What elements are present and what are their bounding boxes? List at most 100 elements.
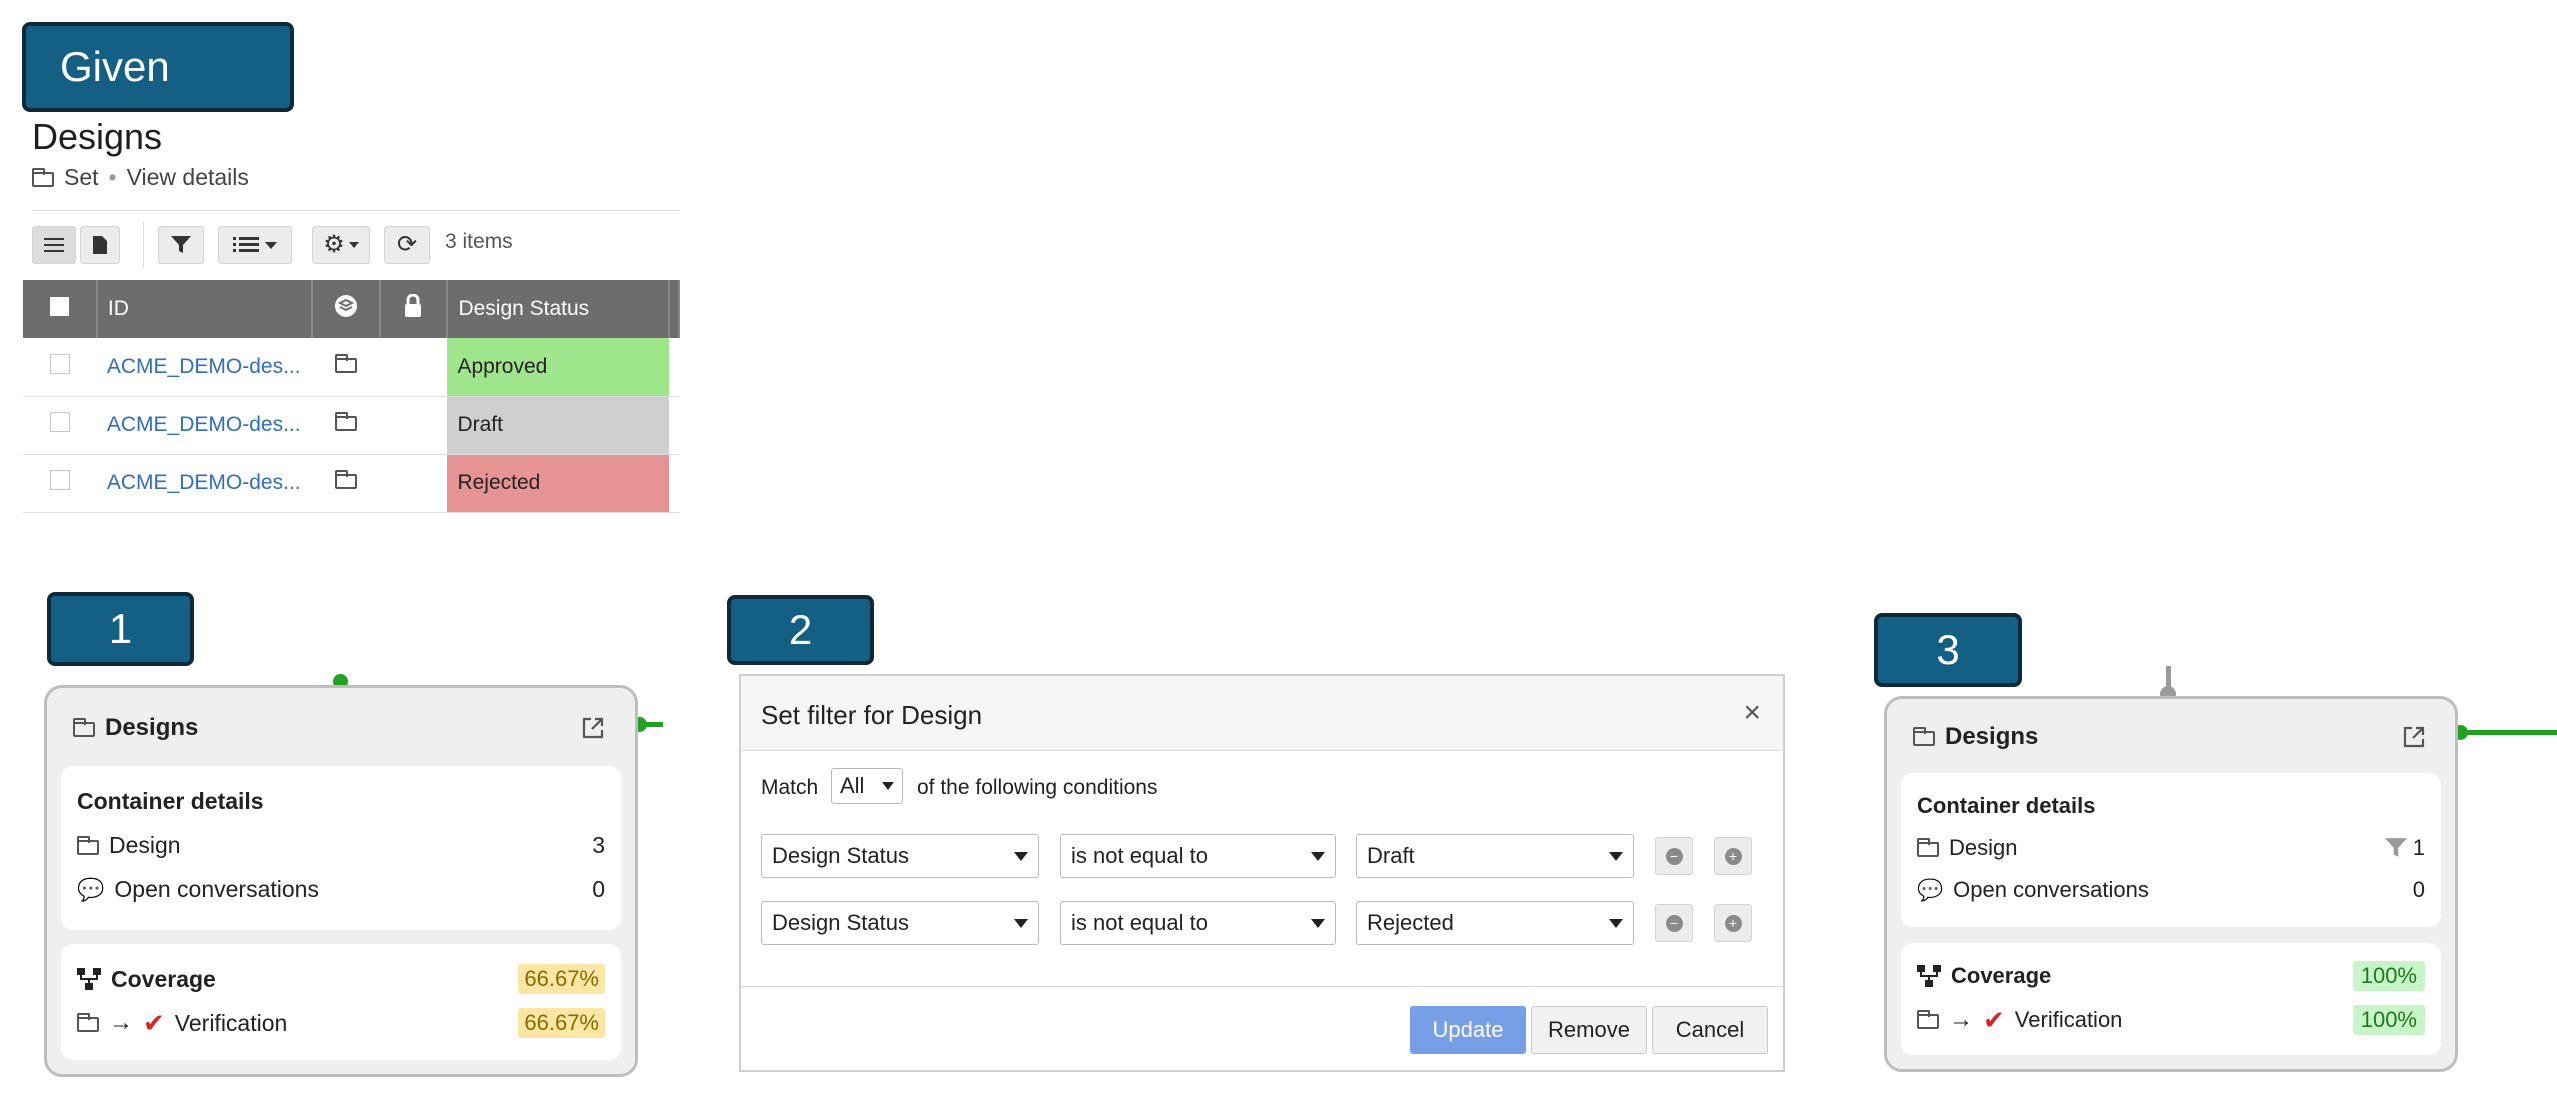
add-condition-1-button[interactable]: + bbox=[1714, 837, 1752, 875]
layers-icon bbox=[334, 295, 357, 317]
coverage-badge: 66.67% bbox=[518, 964, 605, 994]
design-count: 1 bbox=[2412, 835, 2425, 860]
verification-row[interactable]: → ✔ Verification 66.67% bbox=[77, 1008, 605, 1038]
match-suffix: of the following conditions bbox=[917, 776, 1158, 799]
sort-list-icon bbox=[233, 237, 259, 252]
select-all-header[interactable] bbox=[23, 280, 98, 338]
condition-2-field-select[interactable]: Design Status bbox=[761, 901, 1039, 945]
folder-icon bbox=[77, 1013, 99, 1032]
id-column-header[interactable]: ID bbox=[96, 280, 313, 338]
chevron-down-icon bbox=[1311, 851, 1325, 861]
chevron-down-icon bbox=[265, 241, 277, 249]
lock-column-header[interactable] bbox=[379, 280, 449, 338]
breadcrumb-set[interactable]: Set bbox=[64, 164, 99, 191]
row-checkbox[interactable] bbox=[49, 470, 70, 490]
coverage-section: Coverage 100% → ✔ Verification 100% bbox=[1901, 943, 2441, 1055]
external-link-icon[interactable] bbox=[581, 716, 605, 740]
folder-icon bbox=[1917, 1010, 1939, 1029]
row-id-link[interactable]: ACME_DEMO-des... bbox=[96, 338, 312, 397]
connector-line bbox=[2466, 730, 2557, 735]
status-cell: Rejected bbox=[447, 454, 669, 513]
match-select[interactable]: All bbox=[831, 768, 903, 804]
dialog-header: Set filter for Design × bbox=[741, 676, 1783, 751]
chevron-down-icon bbox=[1609, 918, 1623, 928]
list-view-button[interactable] bbox=[32, 226, 76, 264]
external-link-icon[interactable] bbox=[2402, 725, 2426, 749]
table-row[interactable]: ACME_DEMO-des... Approved bbox=[23, 338, 679, 397]
divider bbox=[32, 210, 680, 211]
step-2-label-text: 2 bbox=[788, 606, 813, 653]
design-count: 3 bbox=[592, 832, 605, 858]
filter-icon bbox=[171, 236, 191, 253]
document-view-button[interactable] bbox=[80, 226, 120, 264]
folder-icon bbox=[1917, 838, 1939, 857]
section-title: Container details bbox=[1917, 793, 2096, 818]
breadcrumb: Set • View details bbox=[32, 164, 249, 191]
gear-icon: ⚙ bbox=[323, 231, 345, 258]
update-button[interactable]: Update bbox=[1410, 1006, 1526, 1054]
condition-1-value-select[interactable]: Draft bbox=[1356, 834, 1634, 878]
folder-icon bbox=[1913, 727, 1935, 746]
open-conversations-row[interactable]: 💬 Open conversations 0 bbox=[77, 876, 605, 903]
table-row[interactable]: ACME_DEMO-des... Rejected bbox=[23, 454, 679, 513]
design-count-row[interactable]: Design 3 bbox=[77, 832, 605, 859]
designs-card-step3[interactable]: Designs Container details Design 1 💬 Ope… bbox=[1884, 696, 2458, 1072]
set-column-header[interactable] bbox=[311, 280, 381, 338]
remove-button[interactable]: Remove bbox=[1531, 1006, 1647, 1054]
status-cell: Draft bbox=[447, 396, 669, 455]
close-icon[interactable]: × bbox=[1743, 696, 1761, 730]
container-details-section: Container details Design 1 💬 Open conver… bbox=[1901, 773, 2441, 927]
dialog-title: Set filter for Design bbox=[761, 700, 983, 730]
condition-2-operator-select[interactable]: is not equal to bbox=[1060, 901, 1336, 945]
checkmark-icon: ✔ bbox=[1983, 1005, 2005, 1035]
designs-card-step1[interactable]: Designs Container details Design 3 💬 Ope… bbox=[44, 685, 638, 1077]
match-label: Match bbox=[761, 776, 819, 799]
toolbar-divider bbox=[143, 222, 144, 268]
status-cell: Approved bbox=[447, 338, 669, 397]
condition-1-field-select[interactable]: Design Status bbox=[761, 834, 1039, 878]
table-row[interactable]: ACME_DEMO-des... Draft bbox=[23, 396, 679, 455]
filter-dialog: Set filter for Design × Match All of the… bbox=[739, 674, 1785, 1072]
lock-icon bbox=[405, 293, 422, 317]
row-checkbox[interactable] bbox=[49, 412, 70, 432]
table-header-row: ID Design Status bbox=[23, 280, 681, 338]
sort-button[interactable] bbox=[218, 226, 292, 264]
section-title: Container details bbox=[77, 788, 264, 814]
plus-circle-icon: + bbox=[1724, 847, 1742, 865]
folder-icon bbox=[334, 470, 357, 489]
row-id-link[interactable]: ACME_DEMO-des... bbox=[96, 396, 312, 455]
arrow-right-icon: → bbox=[1949, 1006, 1973, 1033]
remove-condition-1-button[interactable]: − bbox=[1655, 837, 1693, 875]
open-conversations-row[interactable]: 💬 Open conversations 0 bbox=[1917, 877, 2425, 903]
filter-button[interactable] bbox=[158, 226, 204, 264]
design-status-column-header[interactable]: Design Status bbox=[447, 280, 670, 338]
coverage-row[interactable]: Coverage 100% bbox=[1917, 961, 2425, 991]
verification-row[interactable]: → ✔ Verification 100% bbox=[1917, 1005, 2425, 1035]
coverage-section: Coverage 66.67% → ✔ Verification 66.67% bbox=[61, 944, 621, 1060]
document-icon bbox=[93, 236, 107, 254]
refresh-button[interactable]: ⟳ bbox=[384, 226, 430, 264]
coverage-badge: 100% bbox=[2352, 961, 2425, 991]
arrow-right-icon: → bbox=[109, 1009, 133, 1036]
card-title: Designs bbox=[105, 714, 199, 741]
dialog-footer-divider bbox=[741, 986, 1783, 987]
breadcrumb-view-details[interactable]: View details bbox=[127, 164, 249, 191]
folder-icon bbox=[77, 835, 99, 855]
card-header: Designs bbox=[73, 714, 198, 742]
cancel-button[interactable]: Cancel bbox=[1652, 1006, 1768, 1054]
condition-2-value-select[interactable]: Rejected bbox=[1356, 901, 1634, 945]
design-count-row[interactable]: Design 1 bbox=[1917, 835, 2425, 861]
row-checkbox[interactable] bbox=[49, 353, 70, 374]
step-3-label: 3 bbox=[1874, 613, 2022, 687]
folder-icon bbox=[32, 167, 54, 187]
chevron-down-icon bbox=[348, 242, 359, 248]
hierarchy-icon bbox=[77, 968, 101, 990]
select-all-checkbox[interactable] bbox=[49, 296, 69, 316]
coverage-row[interactable]: Coverage 66.67% bbox=[77, 964, 605, 994]
add-condition-2-button[interactable]: + bbox=[1714, 904, 1752, 942]
row-id-link[interactable]: ACME_DEMO-des... bbox=[96, 454, 312, 513]
remove-condition-2-button[interactable]: − bbox=[1655, 904, 1693, 942]
chevron-down-icon bbox=[1609, 851, 1623, 861]
settings-button[interactable]: ⚙ bbox=[312, 226, 370, 264]
condition-1-operator-select[interactable]: is not equal to bbox=[1060, 834, 1336, 878]
